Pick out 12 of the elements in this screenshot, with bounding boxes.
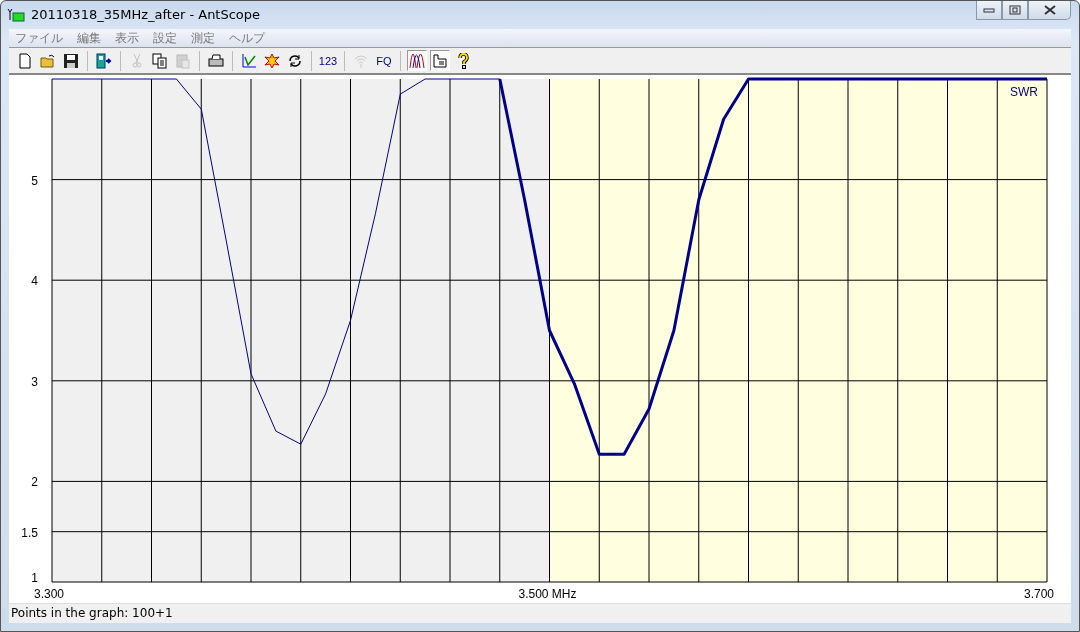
window-title: 20110318_35MHz_after - AntScope — [31, 7, 261, 23]
x-tick-label: 3.500 MHz — [518, 586, 577, 601]
y-tick-label: 5 — [31, 173, 38, 188]
y-tick-label: 2 — [31, 475, 38, 490]
y-tick-label: 1.5 — [21, 525, 38, 540]
y-tick-label: 4 — [31, 273, 38, 288]
x-tick-label: 3.300 — [34, 586, 65, 601]
status-text: Points in the graph: 100+1 — [11, 606, 173, 621]
legend-label: SWR — [1010, 84, 1038, 99]
y-tick-label: 3 — [31, 374, 38, 389]
y-tick-label: 1 — [31, 570, 38, 585]
x-tick-label: 3.700 — [1024, 586, 1055, 601]
